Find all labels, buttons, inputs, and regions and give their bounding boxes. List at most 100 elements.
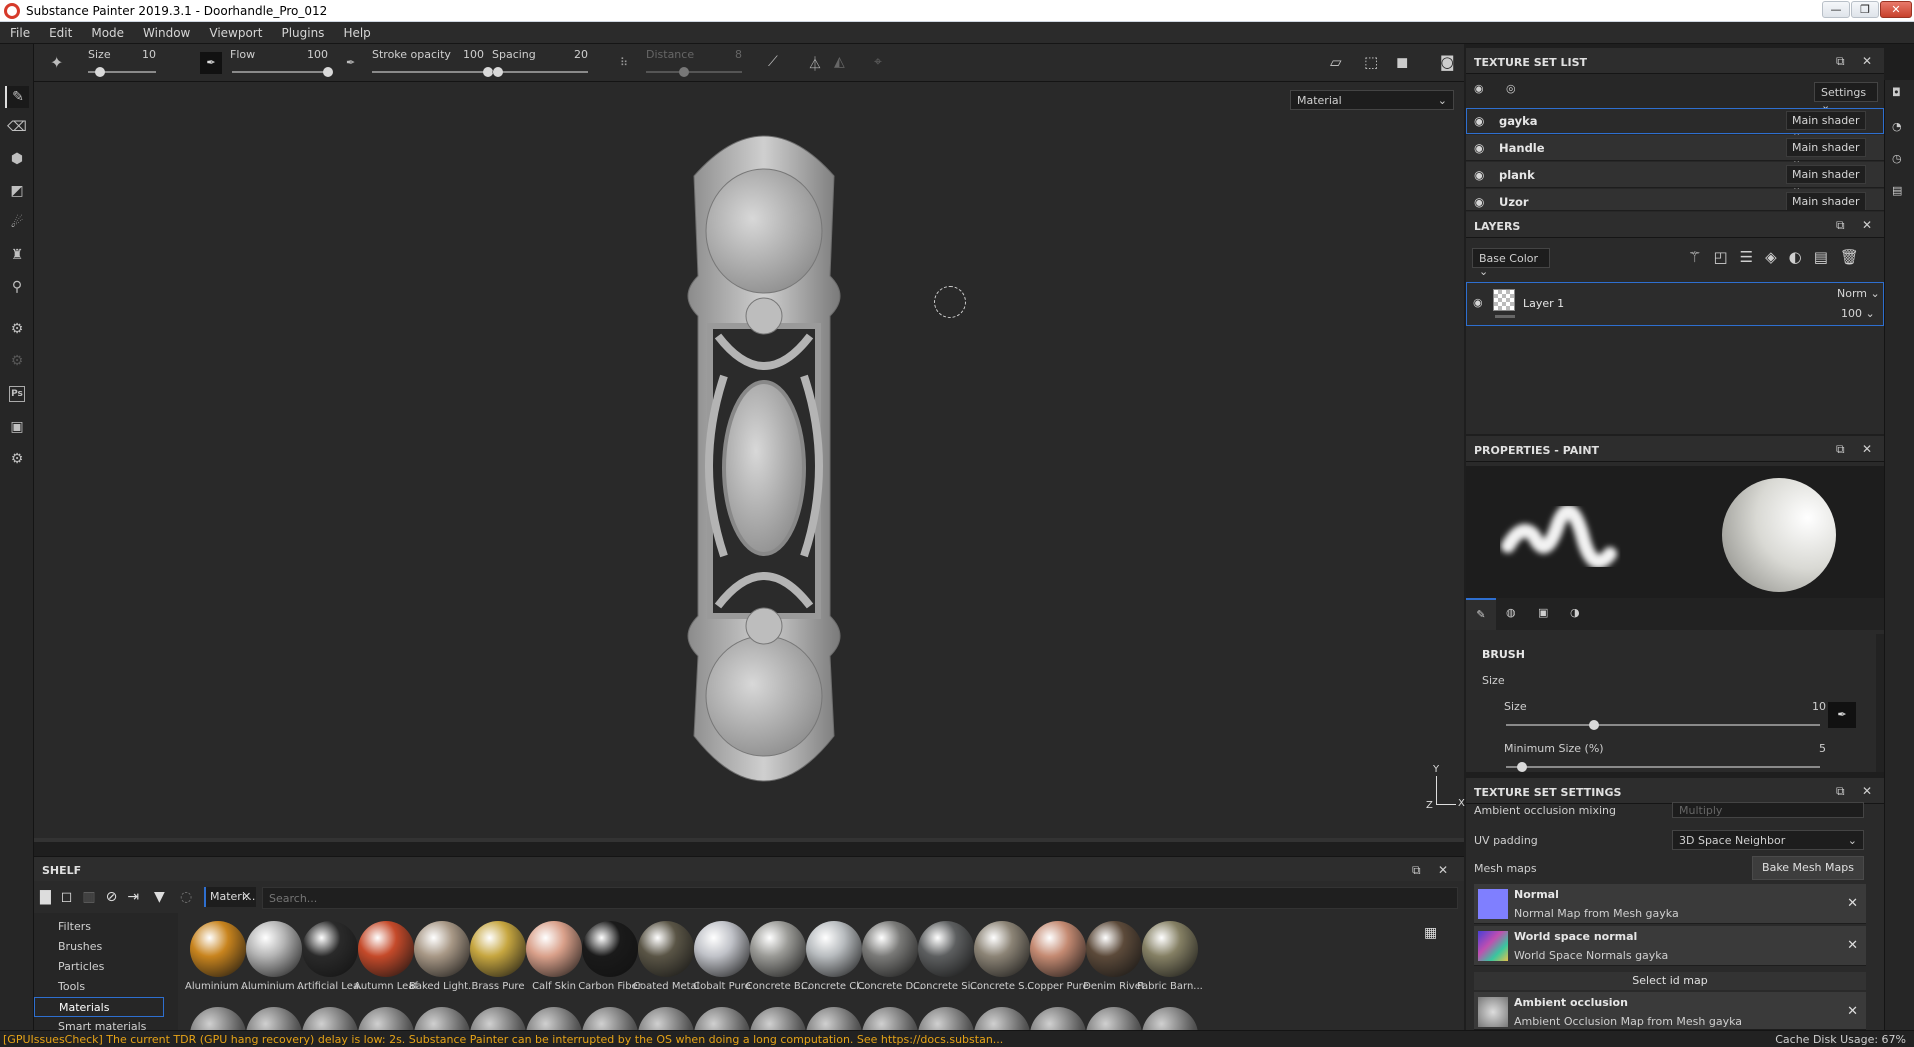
mesh-map-row[interactable]: Normal Normal Map from Mesh gayka ✕ xyxy=(1474,884,1866,924)
stroke-opacity-value[interactable]: 100 xyxy=(444,48,484,61)
texture-set-row[interactable]: ◉ gayka Main shader ⌄ xyxy=(1466,108,1884,140)
projection-icon[interactable]: ⬢ xyxy=(5,148,29,170)
close-panel-icon[interactable]: ✕ xyxy=(1438,863,1448,877)
material-thumbnail[interactable] xyxy=(582,921,638,977)
visibility-icon[interactable]: ◎ xyxy=(1506,82,1516,95)
flow-pen-icon[interactable]: ✒ xyxy=(346,56,355,69)
size-slider-knob[interactable] xyxy=(95,67,106,77)
mirror-icon[interactable]: ◭ xyxy=(834,54,845,70)
transform-icon[interactable]: ⌖ xyxy=(874,54,882,70)
camera-perspective-icon[interactable]: ▱ xyxy=(1330,53,1342,71)
close-button[interactable]: ✕ xyxy=(1880,1,1912,18)
category-brushes[interactable]: Brushes xyxy=(34,937,162,957)
texture-set-row[interactable]: ◉ plank Main shader ⌄ xyxy=(1466,162,1884,194)
polygon-fill-icon[interactable]: ◩ xyxy=(5,180,29,202)
float-panel-icon[interactable]: ⧉ xyxy=(1836,784,1845,799)
spacing-slider[interactable] xyxy=(492,67,588,77)
float-panel-icon[interactable]: ⧉ xyxy=(1836,218,1845,233)
shader-dropdown[interactable]: Main shader ⌄ xyxy=(1786,111,1866,140)
settings-dropdown[interactable]: Settings ⌄ xyxy=(1814,82,1878,112)
layer-row[interactable]: ◉ Layer 1 Norm ⌄ 100 ⌄ xyxy=(1466,282,1884,326)
stroke-opacity-slider[interactable] xyxy=(372,67,493,77)
material-thumbnail[interactable] xyxy=(246,921,302,977)
hide-icon[interactable]: ⊘ xyxy=(106,889,128,905)
add-effect-icon[interactable]: ⚚ xyxy=(1688,248,1713,266)
display-settings-icon[interactable]: ◘ xyxy=(1892,86,1901,99)
close-panel-icon[interactable]: ✕ xyxy=(1862,442,1872,456)
material-thumbnail[interactable] xyxy=(862,921,918,977)
category-particles[interactable]: Particles xyxy=(34,957,162,977)
material-thumbnail[interactable] xyxy=(638,921,694,977)
select-id-map-button[interactable]: Select id map xyxy=(1474,972,1866,990)
remove-map-icon[interactable]: ✕ xyxy=(1847,938,1858,953)
cube-view-icon[interactable]: ⬚ xyxy=(1364,53,1378,71)
min-size-value[interactable]: 5 xyxy=(1766,742,1826,755)
spacing-knob[interactable] xyxy=(492,67,503,77)
eye-icon[interactable]: ◉ xyxy=(1474,141,1484,155)
flow-slider-knob[interactable] xyxy=(323,67,333,77)
material-thumbnail[interactable] xyxy=(302,921,358,977)
remove-map-icon[interactable]: ✕ xyxy=(1847,896,1858,911)
clone-stamp-icon[interactable]: ♜ xyxy=(5,244,29,266)
history-icon[interactable]: ◷ xyxy=(1892,152,1902,165)
viewport-scroll-bar[interactable] xyxy=(34,838,1464,842)
eye-icon[interactable]: ◉ xyxy=(1474,114,1484,128)
menu-edit[interactable]: Edit xyxy=(39,22,81,40)
lazy-mouse-icon[interactable]: ⠷ xyxy=(620,56,628,69)
filter-icon[interactable]: ▼ xyxy=(154,889,165,905)
min-size-knob[interactable] xyxy=(1516,762,1527,772)
eye-icon[interactable]: ◉ xyxy=(1474,168,1484,182)
alignment-icon[interactable]: ✦ xyxy=(50,53,63,72)
eraser-icon[interactable]: ⌫ xyxy=(5,116,29,138)
paint-brush-icon[interactable]: ✎ xyxy=(5,86,29,108)
properties-scrollbar[interactable] xyxy=(1876,634,1884,772)
bake-mesh-maps-button[interactable]: Bake Mesh Maps xyxy=(1752,856,1864,880)
brush-size-knob[interactable] xyxy=(1588,720,1599,730)
export-textures-icon[interactable]: ▣ xyxy=(5,416,29,438)
material-tab-icon[interactable]: ◍ xyxy=(1506,606,1516,619)
shader-dropdown[interactable]: Main shader ⌄ xyxy=(1786,138,1866,167)
eye-icon[interactable]: ◉ xyxy=(1474,195,1484,209)
shelf-search-input[interactable] xyxy=(262,887,1458,909)
new-folder-icon[interactable]: ◻ xyxy=(61,889,83,905)
brush-size-value[interactable]: 10 xyxy=(1766,700,1826,713)
category-materials[interactable]: Materials xyxy=(34,997,164,1017)
material-thumbnail[interactable] xyxy=(750,921,806,977)
mesh-map-row[interactable]: Ambient occlusion Ambient Occlusion Map … xyxy=(1474,992,1866,1030)
menu-help[interactable]: Help xyxy=(333,22,379,40)
material-thumbnail[interactable] xyxy=(974,921,1030,977)
menu-file[interactable]: File xyxy=(0,22,39,40)
add-fill-icon[interactable]: ◈ xyxy=(1765,248,1789,266)
color-picker-icon[interactable]: ⚲ xyxy=(5,276,29,298)
folder-icon[interactable]: ▇ xyxy=(40,889,61,905)
trash-icon[interactable]: ▥ xyxy=(82,889,105,905)
menu-mode[interactable]: Mode xyxy=(81,22,133,40)
mesh-map-row[interactable]: World space normal World Space Normals g… xyxy=(1474,926,1866,966)
smudge-icon[interactable]: ☄ xyxy=(5,212,29,234)
bake-settings-icon[interactable]: ⚙ xyxy=(5,318,29,340)
category-tools[interactable]: Tools xyxy=(34,977,162,997)
pen-pressure-icon[interactable]: ✒ xyxy=(200,52,222,74)
material-thumbnail[interactable] xyxy=(190,921,246,977)
close-panel-icon[interactable]: ✕ xyxy=(1862,218,1872,232)
log-icon[interactable]: ▤ xyxy=(1892,184,1902,197)
shader-dropdown[interactable]: Main shader ⌄ xyxy=(1786,192,1866,210)
screenshot-icon[interactable]: ◙ xyxy=(1440,53,1455,71)
grid-view-icon[interactable]: ▦ xyxy=(1424,925,1437,941)
eye-icon[interactable]: ◉ xyxy=(1473,296,1483,309)
minimize-button[interactable]: — xyxy=(1822,1,1850,18)
material-thumbnail[interactable] xyxy=(470,921,526,977)
camera-icon[interactable]: ◼ xyxy=(1396,53,1408,71)
texture-set-row[interactable]: ◉ Handle Main shader ⌄ xyxy=(1466,135,1884,167)
close-panel-icon[interactable]: ✕ xyxy=(1862,54,1872,68)
menu-window[interactable]: Window xyxy=(133,22,199,40)
shader-dropdown[interactable]: Main shader ⌄ xyxy=(1786,165,1866,194)
spacing-value[interactable]: 20 xyxy=(548,48,588,61)
alpha-tab-icon[interactable]: ◑ xyxy=(1570,606,1580,619)
blend-mode-dropdown[interactable]: Norm ⌄ xyxy=(1837,287,1880,300)
delete-layer-icon[interactable]: 🗑 xyxy=(1840,248,1871,266)
import-icon[interactable]: ⇥ xyxy=(127,889,149,905)
brush-size-slider[interactable] xyxy=(1506,720,1820,730)
flow-slider[interactable] xyxy=(232,67,333,77)
display-mode-dropdown[interactable]: Material ⌄ xyxy=(1290,90,1454,110)
